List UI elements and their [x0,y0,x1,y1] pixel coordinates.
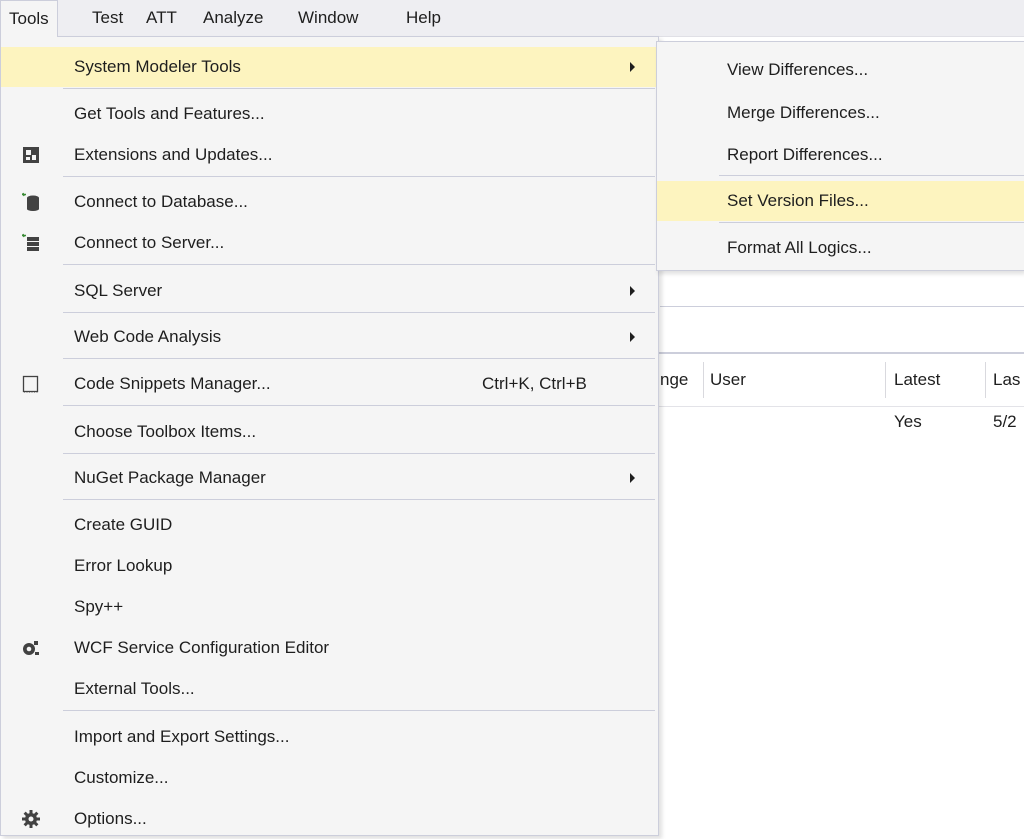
menu-item-label: SQL Server [74,281,163,300]
menu-separator [63,176,655,177]
menu-item-connect-to-database[interactable]: Connect to Database... [1,182,658,222]
menu-item-extensions-and-updates[interactable]: Extensions and Updates... [1,135,658,175]
menu-separator [63,88,655,89]
menu-item-nuget-package-manager[interactable]: NuGet Package Manager [1,458,658,498]
column-header-latest[interactable]: Latest [894,354,940,406]
background-divider [660,306,1024,307]
wcf-config-icon [23,641,39,655]
submenu-arrow-icon [630,473,635,483]
database-connect-icon [22,192,39,211]
menu-item-label: System Modeler Tools [74,57,241,76]
menu-item-label: Extensions and Updates... [74,145,273,164]
column-divider [985,362,986,398]
menu-item-system-modeler-tools[interactable]: System Modeler Tools [1,47,658,87]
menu-item-label: Options... [74,809,147,828]
menu-item-label: Import and Export Settings... [74,727,290,746]
submenu-item-set-version-files[interactable]: Set Version Files... [657,181,1024,221]
menu-item-label: Choose Toolbox Items... [74,422,257,441]
menu-item-label: Code Snippets Manager... [74,374,271,393]
menu-item-label: View Differences... [727,60,869,79]
menu-item-get-tools-and-features[interactable]: Get Tools and Features... [1,94,658,134]
menu-item-label: Create GUID [74,515,173,534]
submenu-item-format-all-logics[interactable]: Format All Logics... [657,228,1024,268]
menu-help[interactable]: Help [398,0,449,36]
submenu-item-merge-differences[interactable]: Merge Differences... [657,93,1024,133]
snippet-icon [22,375,39,393]
menu-separator [63,710,655,711]
extensions-icon [23,147,39,163]
menu-separator [63,312,655,313]
cell-latest: Yes [894,412,922,431]
menu-item-options[interactable]: Options... [1,799,658,839]
menu-separator [719,222,1024,223]
submenu-arrow-icon [630,332,635,342]
menu-item-label: External Tools... [74,679,195,698]
menu-item-label: WCF Service Configuration Editor [74,638,330,657]
menu-item-shortcut: Ctrl+K, Ctrl+B [482,374,587,393]
submenu-arrow-icon [630,286,635,296]
column-header-user[interactable]: User [710,354,746,406]
column-header-last[interactable]: Las [993,354,1020,406]
menu-item-spy[interactable]: Spy++ [1,587,658,627]
system-modeler-tools-submenu: View Differences... Merge Differences...… [656,41,1024,271]
menu-item-sql-server[interactable]: SQL Server [1,271,658,311]
menu-item-label: Merge Differences... [727,103,880,122]
menu-separator [719,175,1024,176]
menu-test[interactable]: Test [84,0,131,36]
menu-separator [63,405,655,406]
menu-item-choose-toolbox-items[interactable]: Choose Toolbox Items... [1,412,658,452]
menu-item-label: Connect to Database... [74,192,248,211]
menu-item-external-tools[interactable]: External Tools... [1,669,658,709]
menu-item-label: Report Differences... [727,145,883,164]
menu-item-web-code-analysis[interactable]: Web Code Analysis [1,317,658,357]
menu-separator [63,358,655,359]
menu-item-customize[interactable]: Customize... [1,758,658,798]
menu-separator [63,264,655,265]
column-divider [885,362,886,398]
menu-item-label: Web Code Analysis [74,327,222,346]
gear-icon [22,810,40,828]
menu-window[interactable]: Window [290,0,366,36]
menu-separator [63,499,655,500]
menu-item-label: Set Version Files... [727,191,869,210]
menu-item-create-guid[interactable]: Create GUID [1,505,658,545]
column-divider [703,362,704,398]
menu-item-label: NuGet Package Manager [74,468,266,487]
server-connect-icon [22,233,39,251]
tools-dropdown-menu: System Modeler Tools Get Tools and Featu… [0,36,659,836]
menu-item-label: Customize... [74,768,169,787]
menu-item-label: Connect to Server... [74,233,225,252]
submenu-arrow-icon [630,62,635,72]
menu-analyze[interactable]: Analyze [195,0,271,36]
cell-last: 5/2 [993,412,1017,431]
menu-separator [63,453,655,454]
menu-item-code-snippets-manager[interactable]: Code Snippets Manager... Ctrl+K, Ctrl+B [1,364,658,404]
menu-tools[interactable]: Tools [0,0,58,37]
menu-item-error-lookup[interactable]: Error Lookup [1,546,658,586]
menu-bar: Tools Test ATT Analyze Window Help [0,0,1024,37]
menu-item-import-and-export-settings[interactable]: Import and Export Settings... [1,717,658,757]
submenu-item-view-differences[interactable]: View Differences... [657,50,1024,90]
menu-item-label: Get Tools and Features... [74,104,265,123]
menu-item-label: Spy++ [74,597,124,616]
menu-item-label: Format All Logics... [727,238,872,257]
column-header-change[interactable]: nge [660,354,688,406]
menu-item-label: Error Lookup [74,556,173,575]
background-table-header: nge User Latest Las [600,352,1024,407]
submenu-item-report-differences[interactable]: Report Differences... [657,135,1024,175]
menu-item-wcf-service-configuration-editor[interactable]: WCF Service Configuration Editor [1,628,658,668]
menu-item-connect-to-server[interactable]: Connect to Server... [1,223,658,263]
menu-att[interactable]: ATT [138,0,185,36]
